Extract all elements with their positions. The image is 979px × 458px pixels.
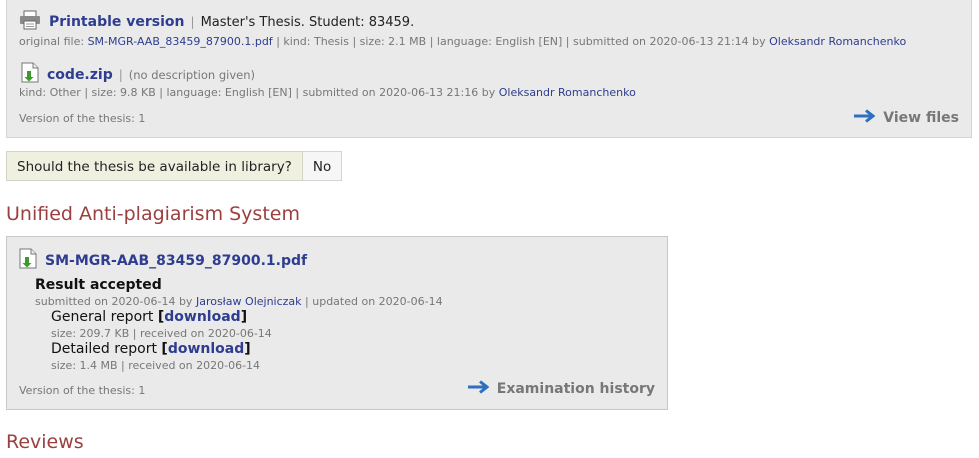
original-file-prefix: original file: xyxy=(19,35,85,48)
antiplagiarism-section-title: Unified Anti-plagiarism System xyxy=(6,203,300,225)
detailed-report-download-link[interactable]: download xyxy=(168,341,244,357)
antiplagiarism-file-link[interactable]: SM-MGR-AAB_83459_87900.1.pdf xyxy=(45,253,307,269)
printable-version-row: Printable version | Master's Thesis. Stu… xyxy=(19,10,414,34)
general-report-meta: size: 209.7 KB | received on 2020-06-14 xyxy=(51,327,272,340)
download-file-icon xyxy=(19,248,37,273)
antiplagiarism-thesis-version: Version of the thesis: 1 xyxy=(19,384,146,397)
files-panel: Printable version | Master's Thesis. Stu… xyxy=(6,0,972,138)
printer-icon xyxy=(19,10,41,34)
separator: | xyxy=(118,67,123,82)
code-zip-row: code.zip | (no description given) xyxy=(19,62,255,87)
library-question-value: No xyxy=(302,151,343,181)
antiplagiarism-file-row: SM-MGR-AAB_83459_87900.1.pdf xyxy=(19,248,307,273)
submitted-prefix: submitted on 2020-06-14 by xyxy=(35,295,193,308)
library-question: Should the thesis be available in librar… xyxy=(6,151,343,181)
download-file-icon xyxy=(21,62,39,87)
view-files-label: View files xyxy=(883,110,959,126)
bracket-close: ] xyxy=(240,309,248,325)
antiplagiarism-panel: SM-MGR-AAB_83459_87900.1.pdf Result acce… xyxy=(6,236,668,410)
general-report-label: General report xyxy=(51,309,154,325)
submitted-by-link[interactable]: Jarosław Olejniczak xyxy=(196,295,302,308)
code-zip-meta-details: kind: Other | size: 9.8 KB | language: E… xyxy=(19,86,496,99)
printable-version-meta: original file: SM-MGR-AAB_83459_87900.1.… xyxy=(19,35,906,48)
detailed-report-label: Detailed report xyxy=(51,341,157,357)
original-file-link[interactable]: SM-MGR-AAB_83459_87900.1.pdf xyxy=(88,35,273,48)
general-report-row: General report [download] xyxy=(51,309,247,325)
thesis-version: Version of the thesis: 1 xyxy=(19,112,146,125)
updated-text: | updated on 2020-06-14 xyxy=(305,295,443,308)
result-status: Result accepted xyxy=(35,277,162,293)
printable-meta-details: | kind: Thesis | size: 2.1 MB | language… xyxy=(276,35,766,48)
general-report-download-link[interactable]: download xyxy=(164,309,240,325)
detailed-report-row: Detailed report [download] xyxy=(51,341,251,357)
printable-version-description: Master's Thesis. Student: 83459. xyxy=(200,14,415,30)
result-submitted-meta: submitted on 2020-06-14 by Jarosław Olej… xyxy=(35,295,443,308)
bracket-close: ] xyxy=(244,341,251,357)
reviews-section-title: Reviews xyxy=(6,431,84,453)
code-zip-description: (no description given) xyxy=(128,67,255,82)
code-zip-meta: kind: Other | size: 9.8 KB | language: E… xyxy=(19,86,636,99)
detailed-report-meta: size: 1.4 MB | received on 2020-06-14 xyxy=(51,359,261,372)
view-files-link[interactable]: View files xyxy=(853,109,959,127)
code-zip-link[interactable]: code.zip xyxy=(47,67,113,83)
printable-version-link[interactable]: Printable version xyxy=(49,14,185,30)
separator: | xyxy=(190,15,195,29)
code-zip-author-link[interactable]: Oleksandr Romanchenko xyxy=(499,86,636,99)
arrow-right-icon xyxy=(853,109,876,127)
library-question-label: Should the thesis be available in librar… xyxy=(6,151,303,181)
printable-author-link[interactable]: Oleksandr Romanchenko xyxy=(769,35,906,48)
arrow-right-icon xyxy=(467,380,490,398)
examination-history-link[interactable]: Examination history xyxy=(467,380,655,398)
examination-history-label: Examination history xyxy=(496,381,655,397)
